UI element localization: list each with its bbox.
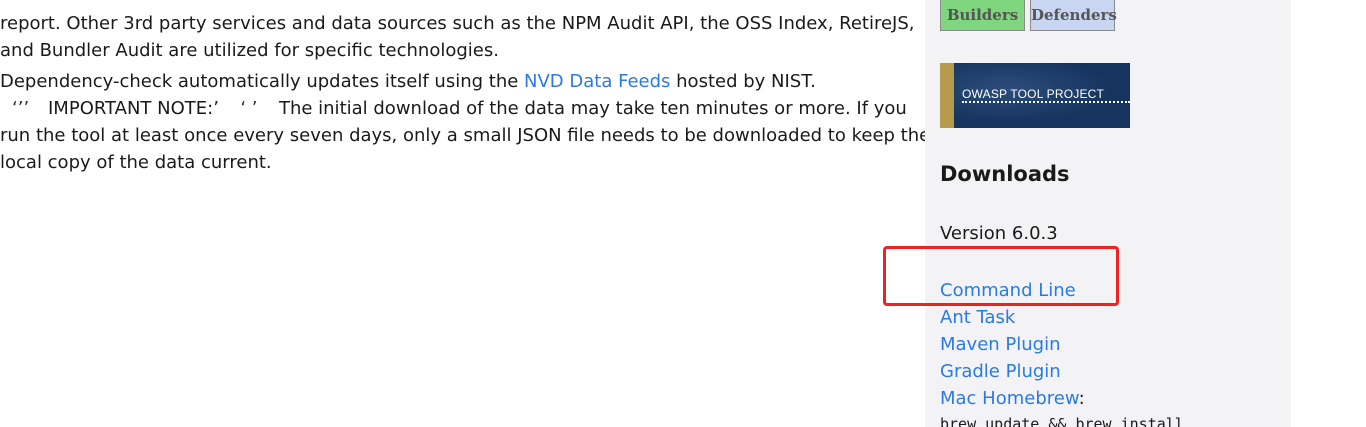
banner-stripe bbox=[940, 63, 954, 128]
note-lead-marks: ‘’’ bbox=[12, 98, 30, 119]
important-note-line: ‘’’ IMPORTANT NOTE:’ ‘ ’ The initial downlo… bbox=[0, 95, 930, 122]
gradle-plugin-link[interactable]: Gradle Plugin bbox=[940, 361, 1061, 382]
important-note-text-1: The initial download of the data may tak… bbox=[278, 98, 907, 119]
update-text-post: hosted by NIST. bbox=[670, 71, 816, 92]
important-note-text-2: run the tool at least once every seven d… bbox=[0, 125, 931, 146]
banner-text: OWASP TOOL PROJECT bbox=[962, 87, 1105, 101]
homebrew-command: brew update && brew install bbox=[940, 415, 1184, 427]
list-item: Ant Task bbox=[940, 304, 1085, 331]
list-item: Gradle Plugin bbox=[940, 358, 1085, 385]
homebrew-colon: : bbox=[1078, 388, 1085, 409]
ant-task-link[interactable]: Ant Task bbox=[940, 307, 1015, 328]
intro-line-2: and Bundler Audit are utilized for speci… bbox=[0, 40, 499, 61]
update-line: Dependency-check automatically updates i… bbox=[0, 68, 930, 95]
downloads-list: Command Line Ant Task Maven Plugin Gradl… bbox=[940, 277, 1085, 412]
important-note-label: IMPORTANT NOTE:’ bbox=[48, 98, 219, 119]
page: report. Other 3rd party services and dat… bbox=[0, 0, 1366, 427]
nvd-data-feeds-link[interactable]: NVD Data Feeds bbox=[524, 71, 670, 92]
update-paragraph: Dependency-check automatically updates i… bbox=[0, 68, 930, 176]
builders-badge[interactable]: Builders bbox=[940, 0, 1025, 31]
command-line-link[interactable]: Command Line bbox=[940, 280, 1076, 301]
maven-plugin-link[interactable]: Maven Plugin bbox=[940, 334, 1061, 355]
list-item: Mac Homebrew: bbox=[940, 385, 1085, 412]
list-item: Maven Plugin bbox=[940, 331, 1085, 358]
intro-line-1: report. Other 3rd party services and dat… bbox=[0, 13, 915, 34]
list-item: Command Line bbox=[940, 277, 1085, 304]
defenders-badge[interactable]: Defenders bbox=[1030, 0, 1117, 31]
update-text-pre: Dependency-check automatically updates i… bbox=[0, 71, 525, 92]
downloads-heading: Downloads bbox=[940, 162, 1070, 186]
mac-homebrew-link[interactable]: Mac Homebrew bbox=[940, 388, 1079, 409]
version-label: Version 6.0.3 bbox=[940, 223, 1058, 244]
important-note-text-3: local copy of the data current. bbox=[0, 152, 272, 173]
banner-dotted-line bbox=[962, 101, 1130, 103]
note-quote-marks: ‘ ’ bbox=[240, 98, 258, 119]
sidebar: Builders Defenders OWASP TOOL PROJECT Do… bbox=[925, 0, 1291, 427]
owasp-tool-project-banner[interactable]: OWASP TOOL PROJECT bbox=[940, 63, 1130, 128]
